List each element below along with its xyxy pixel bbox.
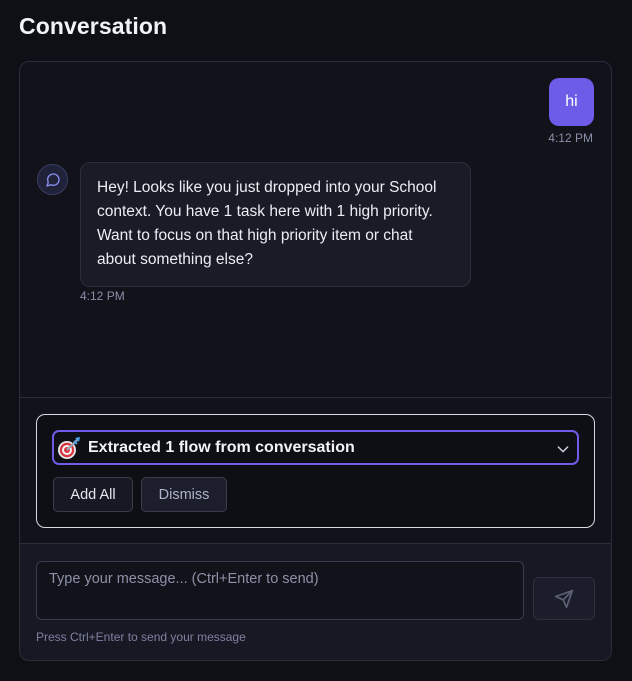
user-message-time: 4:12 PM [548, 131, 593, 145]
dismiss-button[interactable]: Dismiss [141, 477, 227, 512]
user-message-text: hi [565, 93, 578, 110]
extracted-flows-toggle[interactable]: Extracted 1 flow from conversation [52, 430, 579, 465]
extracted-flows-card: Extracted 1 flow from conversation Add A… [36, 414, 595, 528]
extracted-flows-region: Extracted 1 flow from conversation Add A… [20, 397, 611, 544]
chat-bubble-icon [45, 172, 60, 187]
assistant-avatar [37, 164, 68, 195]
message-composer: Press Ctrl+Enter to send your message [20, 544, 611, 660]
add-all-button[interactable]: Add All [53, 477, 133, 512]
assistant-message-bubble: Hey! Looks like you just dropped into yo… [80, 162, 471, 287]
page-title: Conversation [19, 13, 168, 39]
assistant-message-time: 4:12 PM [80, 289, 125, 303]
message-list: hi 4:12 PM Hey! Looks like you just drop… [20, 62, 611, 398]
send-hint: Press Ctrl+Enter to send your message [36, 630, 246, 644]
send-icon [554, 589, 574, 608]
target-icon [58, 436, 80, 459]
chevron-down-icon [557, 446, 569, 453]
user-message-bubble: hi [549, 78, 594, 126]
assistant-message-text: Hey! Looks like you just dropped into yo… [97, 179, 437, 268]
extracted-flows-title: Extracted 1 flow from conversation [88, 438, 355, 456]
conversation-panel: hi 4:12 PM Hey! Looks like you just drop… [19, 61, 612, 661]
send-button[interactable] [533, 577, 595, 620]
message-input[interactable] [36, 561, 524, 620]
